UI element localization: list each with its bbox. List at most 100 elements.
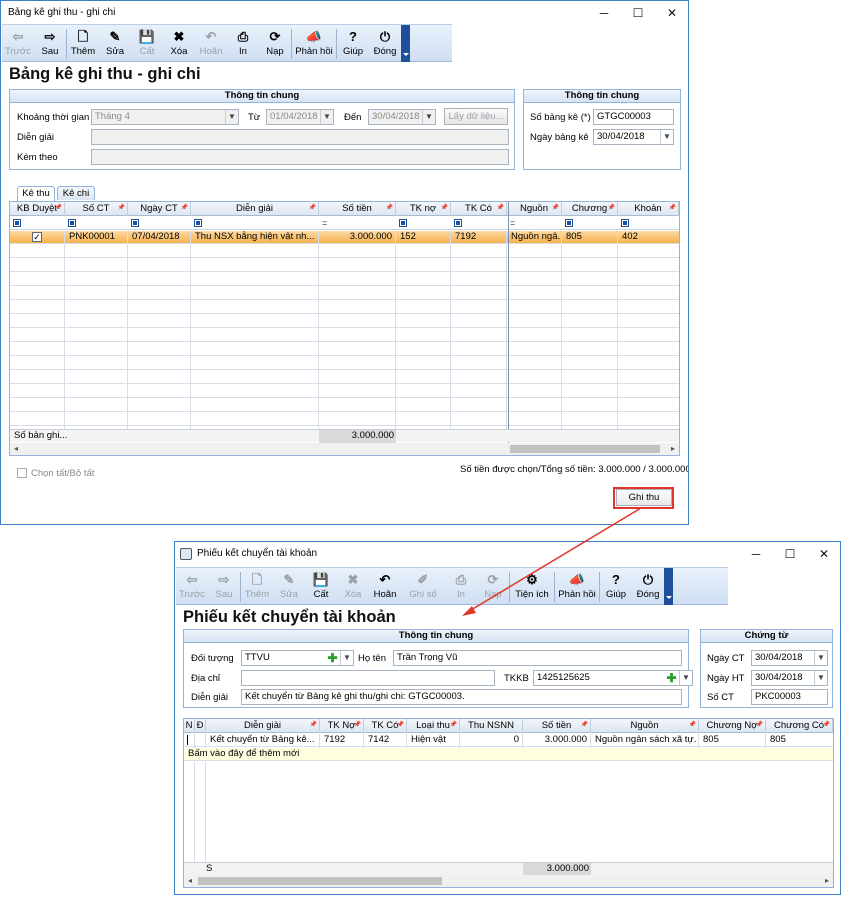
add-icon[interactable]: ✚ xyxy=(665,671,678,685)
cell-chuong-co[interactable]: 805 xyxy=(768,734,831,747)
pin-icon[interactable]: 📌 xyxy=(552,202,559,215)
filter-icon[interactable] xyxy=(194,219,202,227)
add-icon[interactable]: ✚ xyxy=(326,651,339,665)
minimize-icon[interactable]: ─ xyxy=(587,1,621,24)
pin-icon[interactable]: 📌 xyxy=(354,719,361,732)
scroll-left-icon[interactable]: ◂ xyxy=(184,875,196,887)
so-ct-input[interactable]: PKC00003 xyxy=(751,689,828,705)
nap-button[interactable]: ⟳ Nạp xyxy=(477,568,509,605)
filter-equals-icon[interactable]: = xyxy=(510,217,515,229)
pin-icon[interactable]: 📌 xyxy=(55,202,62,215)
maximize-icon[interactable]: ☐ xyxy=(773,542,807,565)
pin-icon[interactable]: 📌 xyxy=(386,202,393,215)
horizontal-scrollbar[interactable]: ◂ ▸ xyxy=(184,875,833,887)
tu-date[interactable]: 01/04/2018 ▼ xyxy=(266,109,334,125)
khoang-select[interactable]: Tháng 4 ▼ xyxy=(91,109,239,125)
truoc-button[interactable]: ⇦ Trước xyxy=(176,568,208,605)
filter-icon[interactable] xyxy=(454,219,462,227)
pin-icon[interactable]: 📌 xyxy=(823,719,830,732)
close-icon[interactable]: ✕ xyxy=(655,1,688,24)
pin-icon[interactable]: 📌 xyxy=(497,202,504,215)
pin-icon[interactable]: 📌 xyxy=(309,202,316,215)
ngay-bang-ke-date[interactable]: 30/04/2018 ▼ xyxy=(593,129,674,145)
chevron-down-icon[interactable]: ▼ xyxy=(660,130,673,144)
phan-hoi-button[interactable]: 📣 Phản hồi xyxy=(292,25,336,62)
ngay-ht-date[interactable]: 30/04/2018 ▼ xyxy=(751,670,828,686)
pin-icon[interactable]: 📌 xyxy=(310,719,317,732)
calendar-dropdown-icon[interactable]: ▼ xyxy=(422,110,435,124)
dien-giai-input[interactable] xyxy=(91,129,509,145)
chevron-down-icon[interactable]: ▼ xyxy=(679,671,692,685)
tab-ke-chi[interactable]: Kê chi xyxy=(57,186,95,200)
scroll-thumb[interactable] xyxy=(198,877,442,885)
calendar-dropdown-icon[interactable]: ▼ xyxy=(320,110,333,124)
scroll-thumb[interactable] xyxy=(510,445,660,453)
filter-icon[interactable] xyxy=(131,219,139,227)
scroll-left-icon[interactable]: ◂ xyxy=(10,443,22,455)
pin-icon[interactable]: 📌 xyxy=(756,719,763,732)
cat-button[interactable]: 💾 Cất xyxy=(131,25,163,62)
dong-button[interactable]: ⏻ Đóng xyxy=(369,25,401,62)
pin-icon[interactable]: 📌 xyxy=(181,202,188,215)
cell-tk-co[interactable]: 7142 xyxy=(366,734,405,747)
kb-duyet-checkbox[interactable]: ✓ xyxy=(32,232,42,242)
tien-ich-button[interactable]: ⚙ Tiện ích xyxy=(510,568,554,605)
hoan-button[interactable]: ↶ Hoãn xyxy=(195,25,227,62)
sau-button[interactable]: ⇨ Sau xyxy=(208,568,240,605)
toolbar-overflow-icon[interactable] xyxy=(401,25,410,62)
tkkb-input[interactable]: 1425125625 ▼ ✚ xyxy=(533,670,693,686)
pin-icon[interactable]: 📌 xyxy=(689,719,696,732)
scroll-right-icon[interactable]: ▸ xyxy=(821,875,833,887)
giup-button[interactable]: ? Giúp xyxy=(337,25,369,62)
sua-button[interactable]: ✎ Sửa xyxy=(99,25,131,62)
filter-icon[interactable] xyxy=(399,219,407,227)
so-bang-ke-input[interactable]: GTGC00003 xyxy=(593,109,674,125)
xoa-button[interactable]: ✖ Xóa xyxy=(163,25,195,62)
xoa-button[interactable]: ✖ Xóa xyxy=(337,568,369,605)
cell-thu-nsnn[interactable]: 0 xyxy=(462,734,521,747)
cat-button[interactable]: 💾 Cất xyxy=(305,568,337,605)
sua-button[interactable]: ✎ Sửa xyxy=(273,568,305,605)
filter-equals-icon[interactable]: = xyxy=(322,217,327,229)
pin-icon[interactable]: 📌 xyxy=(581,719,588,732)
chevron-down-icon[interactable]: ▼ xyxy=(340,651,353,665)
table-row[interactable]: ✓ PNK00001 07/04/2018 Thu NSX bằng hiện vật… xyxy=(10,231,679,244)
ho-ten-input[interactable]: Trần Trọng Vũ xyxy=(393,650,682,666)
table-row[interactable]: Kết chuyển từ Bảng kê... 7192 7142 Hiện vật… xyxy=(184,734,833,747)
ghi-so-button[interactable]: ✐ Ghi sổ xyxy=(401,568,445,605)
hoan-button[interactable]: ↶ Hoãn xyxy=(369,568,401,605)
nap-button[interactable]: ⟳ Nạp xyxy=(259,25,291,62)
dien-giai-input[interactable]: Kết chuyển từ Bảng kê ghi thu/ghi chi: G… xyxy=(241,689,682,705)
den-date[interactable]: 30/04/2018 ▼ xyxy=(368,109,436,125)
dong-button[interactable]: ⏻ Đóng xyxy=(632,568,664,605)
cell-nguon[interactable]: Nguồn ngân sách xã tự... xyxy=(593,734,697,747)
sau-button[interactable]: ⇨ Sau xyxy=(34,25,66,62)
pin-icon[interactable]: 📌 xyxy=(669,202,676,215)
cell-loai-thu[interactable]: Hiện vật xyxy=(409,734,458,747)
pin-icon[interactable]: 📌 xyxy=(118,202,125,215)
cell-so-tien[interactable]: 3.000.000 xyxy=(525,734,589,747)
kem-theo-input[interactable] xyxy=(91,149,509,165)
in-button[interactable]: ⎙ In xyxy=(227,25,259,62)
add-new-label[interactable]: Bấm vào đây để thêm mới xyxy=(186,748,301,761)
tab-ke-thu[interactable]: Kê thu xyxy=(17,186,55,201)
filter-icon[interactable] xyxy=(621,219,629,227)
phan-hoi-button[interactable]: 📣 Phản hồi xyxy=(555,568,599,605)
chevron-down-icon[interactable]: ▼ xyxy=(814,671,827,685)
add-new-row[interactable]: Bấm vào đây để thêm mới xyxy=(184,748,833,761)
horizontal-scrollbar[interactable]: ◂ ▸ xyxy=(10,443,679,455)
pin-icon[interactable]: 📌 xyxy=(397,719,404,732)
dia-chi-input[interactable] xyxy=(241,670,495,686)
in-button[interactable]: ⎙ In xyxy=(445,568,477,605)
close-icon[interactable]: ✕ xyxy=(807,542,840,565)
cell-chuong-no[interactable]: 805 xyxy=(701,734,764,747)
them-button[interactable]: 🗋 Thêm xyxy=(67,25,99,62)
cell-dien-giai[interactable]: Kết chuyển từ Bảng kê... xyxy=(208,734,318,747)
doi-tuong-input[interactable]: TTVU ▼ ✚ xyxy=(241,650,354,666)
pin-icon[interactable]: 📌 xyxy=(450,719,457,732)
pin-icon[interactable]: 📌 xyxy=(441,202,448,215)
maximize-icon[interactable]: ☐ xyxy=(621,1,655,24)
truoc-button[interactable]: ⇦ Trước xyxy=(2,25,34,62)
ngay-ct-date[interactable]: 30/04/2018 ▼ xyxy=(751,650,828,666)
chon-tat-checkbox[interactable] xyxy=(17,468,27,478)
